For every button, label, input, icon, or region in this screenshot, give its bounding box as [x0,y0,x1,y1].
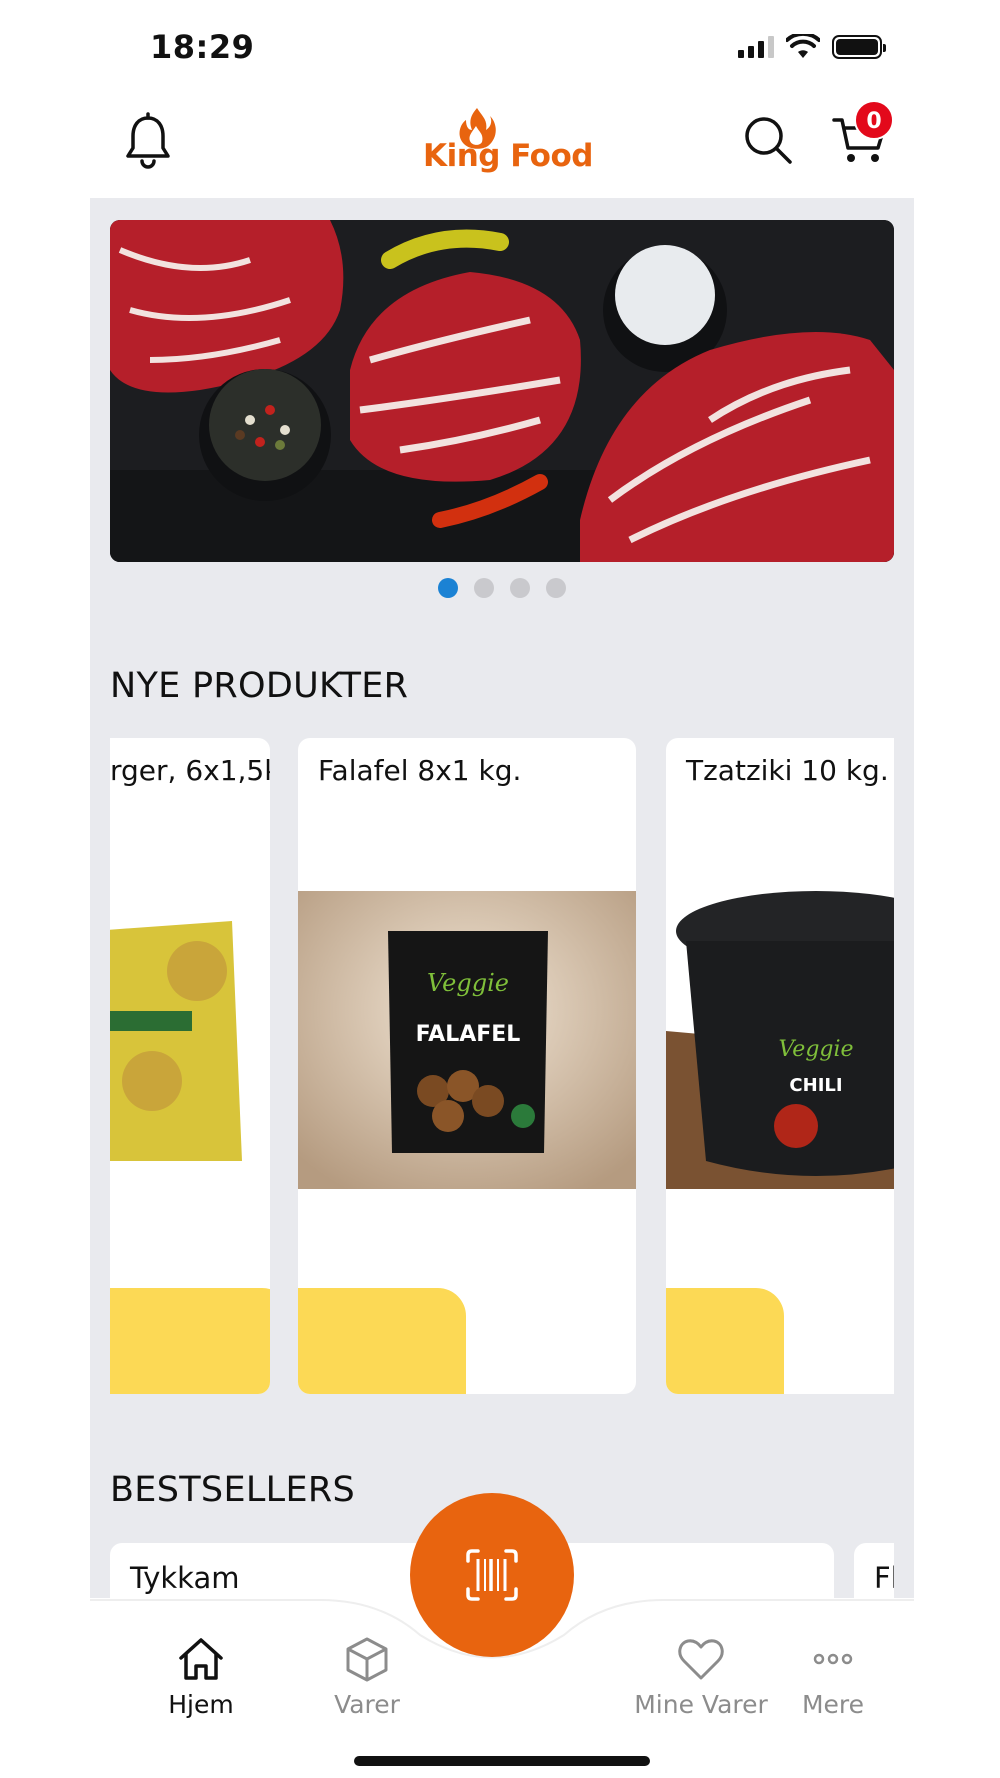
tab-home[interactable]: Hjem [136,1634,266,1719]
status-bar: 18:29 [0,0,1000,100]
product-card[interactable]: rger, 6x1,5kg [110,738,270,1394]
add-to-cart-button[interactable] [666,1288,784,1394]
product-image [110,891,270,1189]
product-name: rger, 6x1,5kg [110,754,270,787]
king-food-logo: King Food [418,106,598,180]
svg-text:Veggie: Veggie [778,1037,853,1062]
heart-icon [678,1639,724,1680]
status-time: 18:29 [150,28,255,66]
svg-text:FALAFEL: FALAFEL [416,1022,521,1047]
svg-text:Veggie: Veggie [427,969,509,997]
add-to-cart-button[interactable] [110,1288,270,1394]
tab-home-label: Hjem [168,1690,234,1719]
home-icon [179,1638,223,1680]
product-image: Veggie CHILI [666,891,894,1189]
home-indicator [354,1756,650,1766]
burger-package-image [110,891,270,1189]
tab-more-label: Mere [801,1690,865,1719]
falafel-package-image: Veggie FALAFEL [298,891,636,1189]
status-icons [738,34,886,60]
pagination-dot-4[interactable] [546,578,566,598]
barcode-scan-icon [466,1549,518,1601]
svg-text:CHILI: CHILI [789,1075,842,1096]
tab-products-label: Varer [334,1690,400,1719]
box-icon [346,1637,388,1682]
cellular-signal-icon [738,36,774,58]
scan-button[interactable] [410,1493,574,1657]
product-name: Falafel 8x1 kg. [318,754,522,787]
product-card[interactable]: Falafel 8x1 kg. Veggie FALAFEL [298,738,636,1394]
battery-icon [832,35,886,59]
tab-more[interactable]: Mere [768,1634,898,1719]
tzatziki-bucket-image: Veggie CHILI [666,891,894,1189]
notification-bell-icon[interactable] [122,112,174,172]
promo-banner[interactable] [110,220,894,562]
add-to-cart-button[interactable] [298,1288,466,1394]
product-image: Veggie FALAFEL [298,891,636,1189]
product-name: Tzatziki 10 kg. [686,754,889,787]
banner-pagination[interactable] [90,578,914,598]
search-icon[interactable] [742,114,794,166]
new-products-carousel[interactable]: rger, 6x1,5kg Falafel 8x1 kg. [110,738,894,1398]
pagination-dot-3[interactable] [510,578,530,598]
pagination-dot-2[interactable] [474,578,494,598]
cart-count-badge: 0 [854,100,894,140]
wifi-icon [786,34,820,58]
new-products-title: NYE PRODUKTER [110,666,409,706]
app-header: King Food 0 [0,100,1000,200]
more-icon [813,1653,853,1665]
logo-text: King Food [423,138,593,174]
bestsellers-title: BESTSELLERS [110,1470,356,1510]
product-card[interactable]: Tzatziki 10 kg. Veggie CHILI [666,738,894,1394]
pagination-dot-1[interactable] [438,578,458,598]
home-content[interactable]: NYE PRODUKTER rger, 6x1,5kg Falafel 8x1 … [90,198,914,1598]
steak-banner-image [110,220,894,562]
